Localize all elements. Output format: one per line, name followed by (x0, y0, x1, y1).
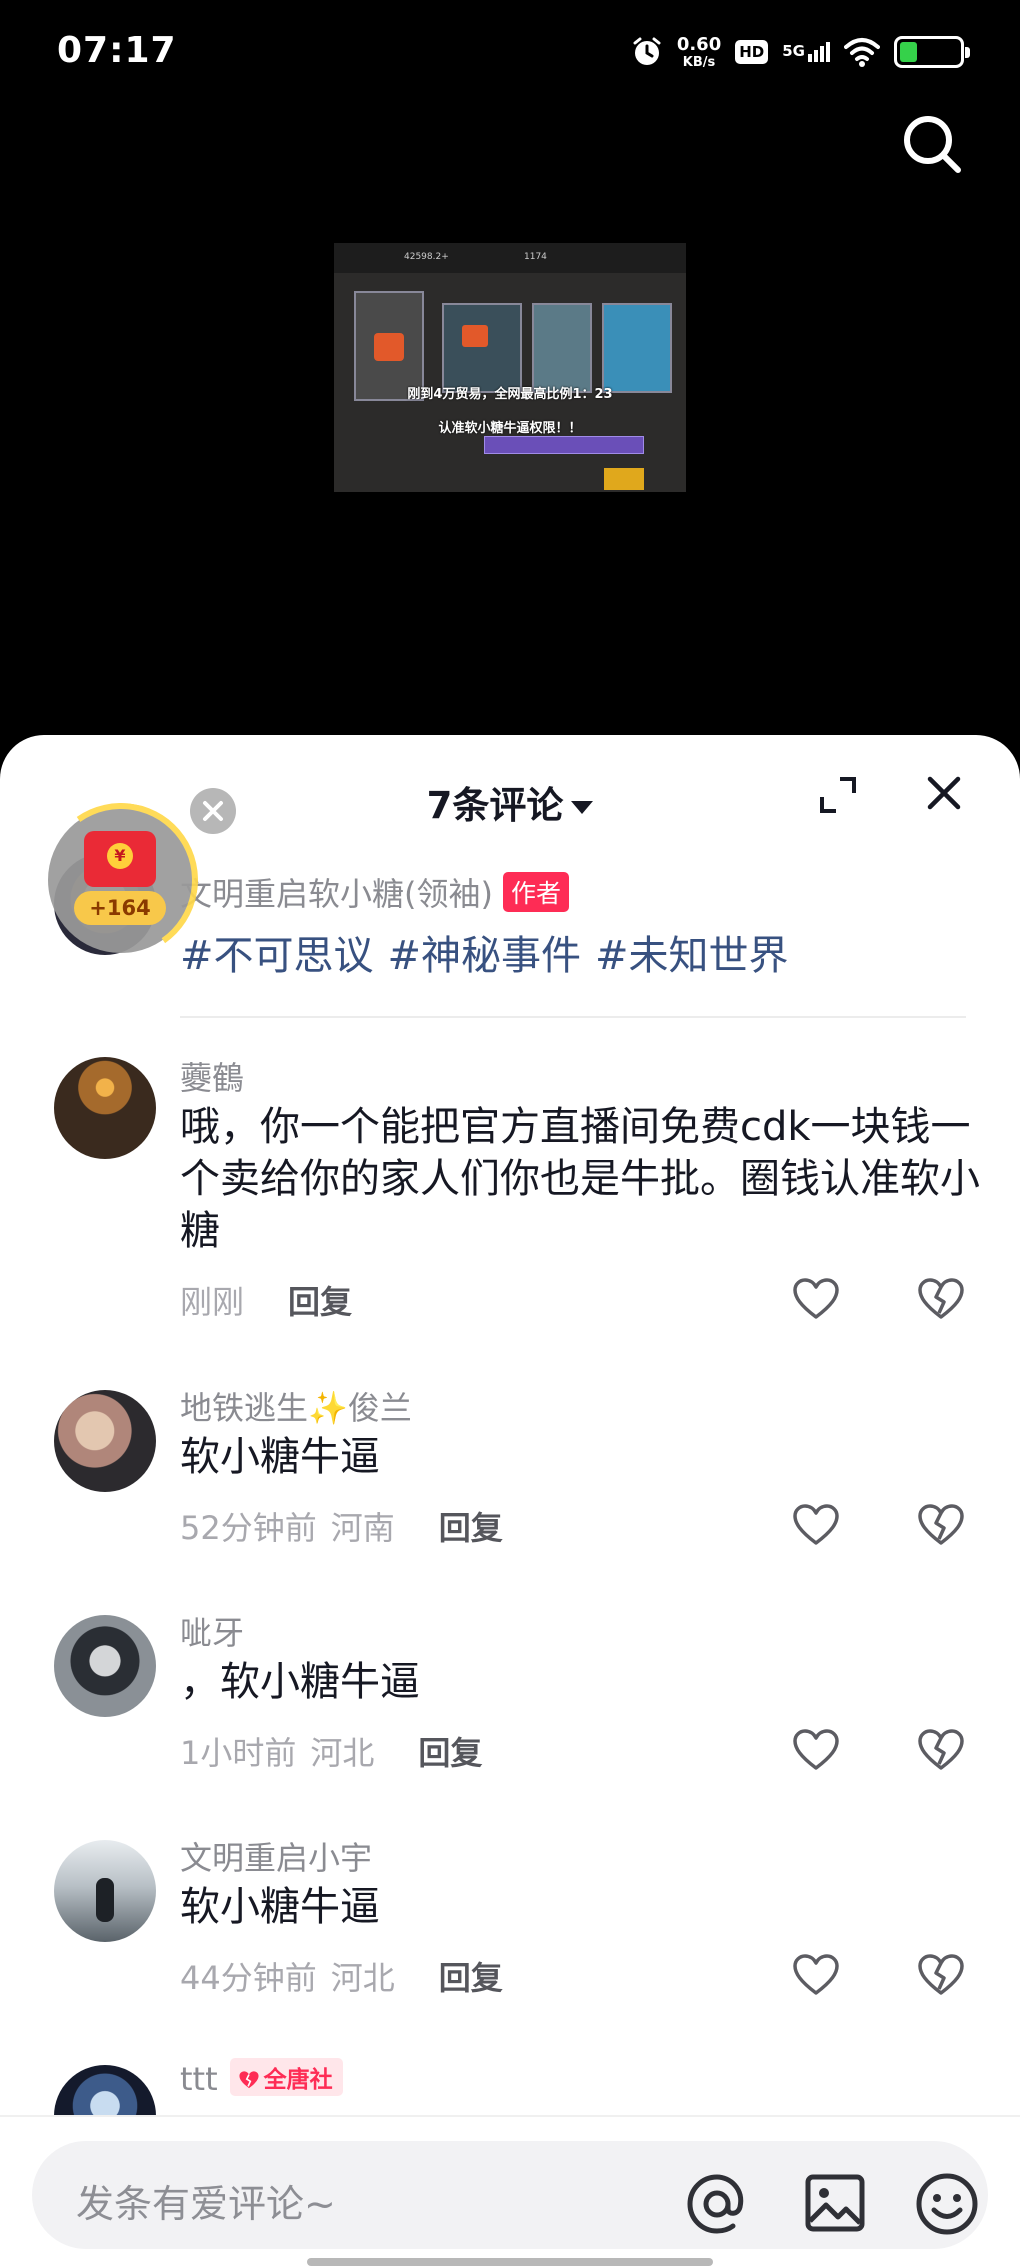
close-icon (203, 801, 223, 821)
comment-username[interactable]: 文明重启小宇 (180, 1833, 372, 1879)
hashtag-link[interactable]: #未知世界 (595, 933, 789, 979)
comment-username[interactable]: 呲牙 (180, 1608, 244, 1654)
chevron-down-icon (571, 801, 594, 814)
comment-meta: 1小时前 河北 回复 (180, 1728, 482, 1774)
comment-username-row: ttt 全唐社 (180, 2058, 343, 2098)
comment-location: 河北 (310, 1734, 375, 1772)
video-top-value-left: 42598.2+ (404, 252, 449, 262)
broken-heart-icon[interactable] (917, 1503, 965, 1547)
avatar[interactable] (54, 1615, 156, 1717)
battery-level (900, 42, 918, 62)
search-icon[interactable] (898, 110, 966, 178)
comment-username[interactable]: 虁鶴 (180, 1053, 244, 1099)
hashtag-link[interactable]: #神秘事件 (388, 933, 582, 979)
hashtag-list: #不可思议 #神秘事件 #未知世界 (180, 923, 803, 981)
video-item-slot (442, 303, 522, 393)
video-top-value-mid: 1174 (524, 252, 547, 262)
status-icons: 0.60 KB/s HD 5G (631, 30, 970, 74)
heart-icon[interactable] (792, 1277, 840, 1321)
avatar[interactable] (54, 1057, 156, 1159)
fan-group-badge: 全唐社 (229, 2058, 343, 2096)
avatar[interactable] (54, 1390, 156, 1492)
screen: 07:17 0.60 KB/s HD 5G 42598.2+ 1174 刚到4万… (0, 0, 1020, 2267)
heart-icon[interactable] (792, 1953, 840, 1997)
comment-text: 软小糖牛逼 (180, 1434, 380, 1480)
comment-username[interactable]: 文明重启软小糖(领袖) (180, 875, 493, 913)
home-indicator[interactable] (307, 2258, 713, 2266)
video-item-slot (602, 303, 672, 393)
comment-time: 1小时前 (180, 1734, 297, 1772)
comment-text: ，软小糖牛逼 (180, 1659, 420, 1705)
close-icon[interactable] (922, 771, 966, 815)
heart-icon[interactable] (792, 1728, 840, 1772)
comment-location: 河北 (330, 1959, 395, 1997)
comment-username[interactable]: 地铁逃生✨俊兰 (180, 1383, 412, 1429)
broken-heart-icon[interactable] (917, 1277, 965, 1321)
reply-button[interactable]: 回复 (439, 1509, 503, 1547)
network-type: 5G (782, 42, 805, 60)
comment-location: 河南 (330, 1509, 395, 1547)
video-caption-2: 认准软小糖牛逼权限！！ (438, 421, 582, 436)
author-username-row: 文明重启软小糖(领袖) 作者 (180, 869, 569, 915)
heart-icon[interactable] (792, 1503, 840, 1547)
red-packet-icon: ¥ (84, 831, 156, 887)
network-speed-value: 0.60 (676, 33, 722, 55)
divider (180, 1016, 966, 1018)
comment-count-label: 7条评论 (426, 784, 564, 827)
reply-button[interactable]: 回复 (288, 1283, 352, 1321)
video-item-slot (532, 303, 592, 393)
video-top-bar: 42598.2+ 1174 (334, 243, 686, 273)
comment-input-bar: 发条有爱评论~ (0, 2115, 1020, 2267)
comment-text: 哦，你一个能把官方直播间免费cdk一块钱一个卖给你的家人们你也是牛批。圈钱认准软… (180, 1104, 980, 1254)
video-caption-1: 刚到4万贸易，全网最高比例1：23 (407, 387, 613, 402)
comment-sheet: 7条评论 文明重启软小糖(领袖) 作者 #不可思议 #神秘事件 #未知世界 虁鶴 哦，… (0, 735, 1020, 2267)
emoji-icon[interactable] (914, 2171, 980, 2237)
avatar[interactable] (54, 1840, 156, 1942)
comment-meta: 52分钟前 河南 回复 (180, 1503, 503, 1549)
reply-button[interactable]: 回复 (439, 1959, 503, 1997)
comment-text: 软小糖牛逼 (180, 1884, 380, 1930)
hd-icon: HD (735, 40, 769, 64)
red-packet-close-button[interactable] (190, 788, 236, 834)
at-mention-icon[interactable] (684, 2171, 750, 2237)
comment-input-placeholder: 发条有爱评论~ (76, 2182, 336, 2226)
status-bar: 07:17 0.60 KB/s HD 5G (0, 0, 1020, 104)
video-player[interactable]: 42598.2+ 1174 刚到4万贸易，全网最高比例1：23 认准软小糖牛逼权… (334, 243, 686, 492)
expand-icon[interactable] (818, 775, 858, 815)
comment-time: 52分钟前 (180, 1509, 317, 1547)
network-speed: 0.60 KB/s (676, 33, 722, 70)
video-action-button (604, 468, 644, 490)
fan-group-label: 全唐社 (263, 2067, 333, 2093)
reply-button[interactable]: 回复 (418, 1734, 482, 1772)
comment-input[interactable]: 发条有爱评论~ (32, 2141, 988, 2249)
comment-time: 44分钟前 (180, 1959, 317, 1997)
red-packet-reward: +164 (74, 891, 166, 925)
comment-meta: 刚刚 回复 (180, 1277, 352, 1323)
video-frame: 42598.2+ 1174 刚到4万贸易，全网最高比例1：23 认准软小糖牛逼权… (334, 243, 686, 492)
video-progress-bar (484, 436, 644, 454)
comment-username[interactable]: ttt (180, 2060, 218, 2098)
broken-heart-icon (239, 2071, 259, 2089)
image-icon[interactable] (804, 2173, 866, 2233)
broken-heart-icon[interactable] (917, 1728, 965, 1772)
comment-meta: 44分钟前 河北 回复 (180, 1953, 503, 1999)
alarm-icon (633, 37, 661, 65)
status-time: 07:17 (57, 30, 177, 71)
hashtag-link[interactable]: #不可思议 (180, 933, 374, 979)
red-packet-widget[interactable]: ¥ +164 (48, 807, 194, 953)
battery-icon (894, 36, 970, 68)
broken-heart-icon[interactable] (917, 1953, 965, 1997)
comment-time: 刚刚 (180, 1283, 245, 1321)
network-speed-unit: KB/s (682, 54, 716, 70)
signal-icon: 5G (782, 42, 830, 62)
author-tag: 作者 (502, 872, 569, 912)
wifi-icon (844, 38, 880, 67)
coin-icon: ¥ (107, 843, 133, 869)
